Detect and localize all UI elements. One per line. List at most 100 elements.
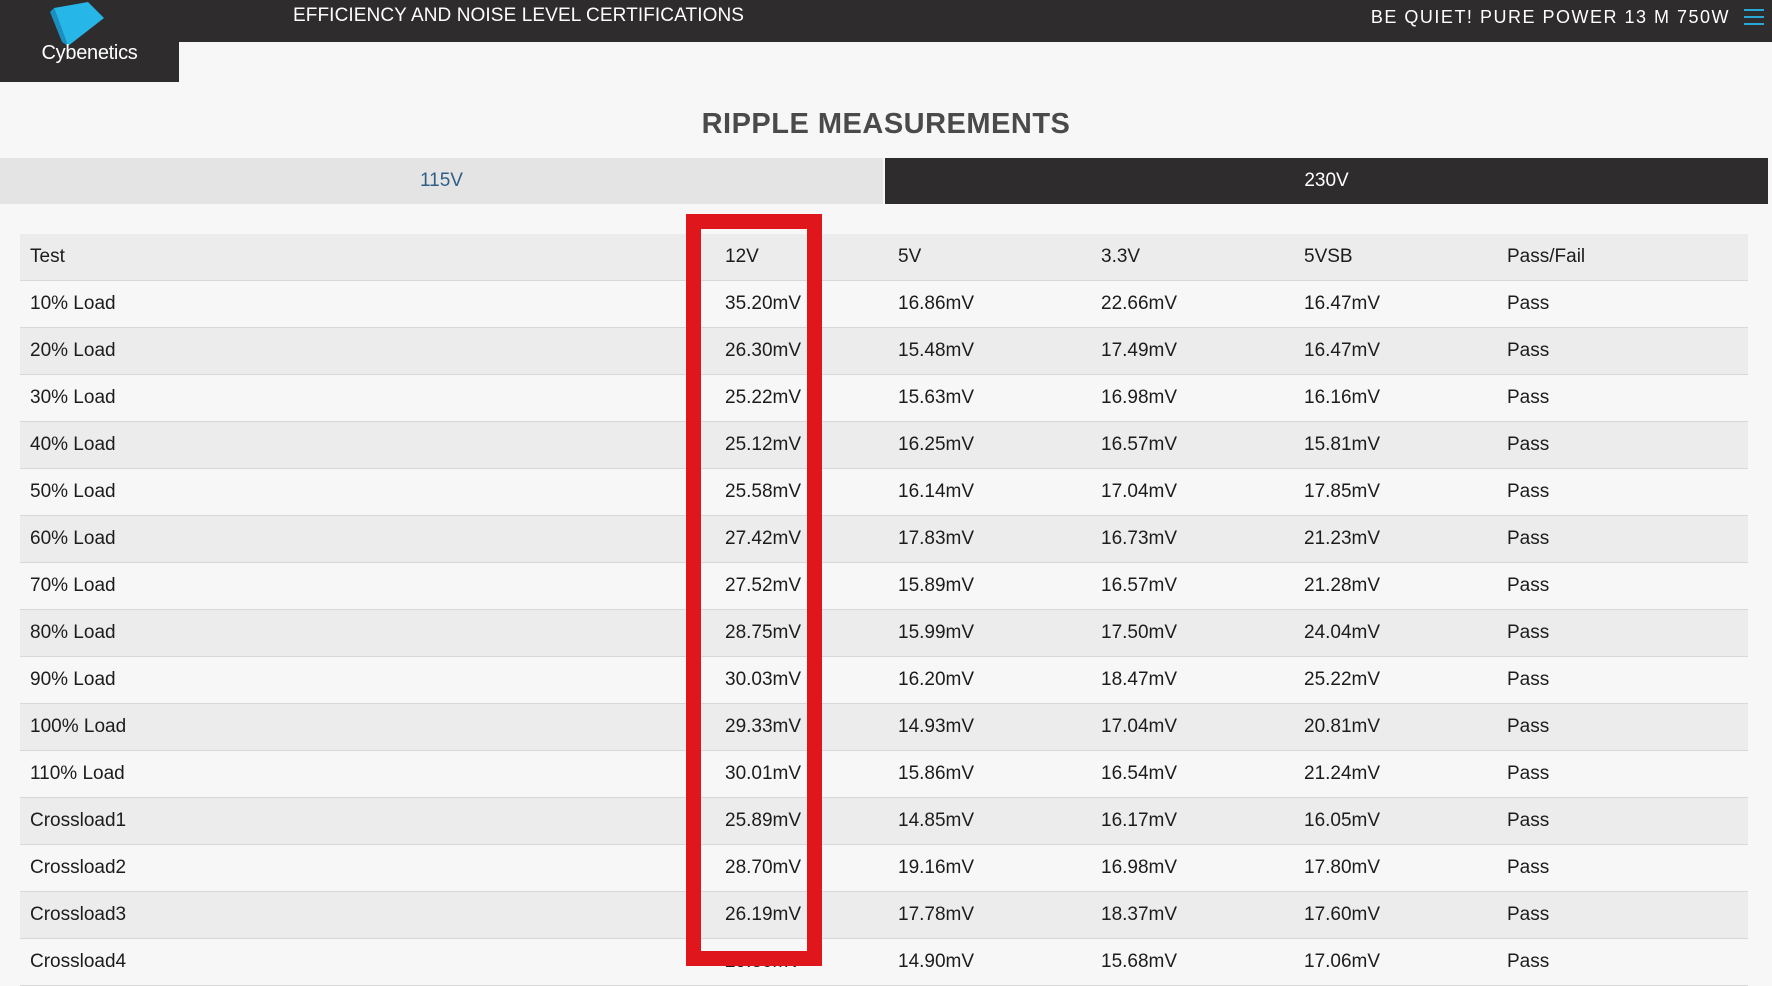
cell-5vsb: 20.81mV bbox=[1294, 703, 1497, 751]
table-header-row: Test 12V 5V 3.3V 5VSB Pass/Fail bbox=[20, 234, 1748, 281]
cell-5v: 17.83mV bbox=[888, 515, 1091, 563]
table-row: 80% Load 28.75mV 15.99mV 17.50mV 24.04mV Pass bbox=[20, 609, 1748, 657]
cell-3-3v: 16.57mV bbox=[1091, 562, 1294, 610]
cell-12v: 25.58mV bbox=[685, 468, 888, 516]
table-row: Crossload3 26.19mV 17.78mV 18.37mV 17.60mV Pa… bbox=[20, 891, 1748, 939]
cell-test: 100% Load bbox=[20, 703, 685, 751]
header-pass-fail: Pass/Fail bbox=[1497, 234, 1748, 281]
cell-5vsb: 16.47mV bbox=[1294, 280, 1497, 328]
table-row: Crossload1 25.89mV 14.85mV 16.17mV 16.05mV Pa… bbox=[20, 797, 1748, 845]
ripple-table: Test 12V 5V 3.3V 5VSB Pass/Fail 10% Load… bbox=[20, 234, 1748, 986]
cell-pass-fail: Pass bbox=[1497, 750, 1748, 798]
table-row: 40% Load 25.12mV 16.25mV 16.57mV 15.81mV Pass bbox=[20, 421, 1748, 469]
cell-test: 110% Load bbox=[20, 750, 685, 798]
cell-3-3v: 17.50mV bbox=[1091, 609, 1294, 657]
cell-5vsb: 21.23mV bbox=[1294, 515, 1497, 563]
cell-test: Crossload2 bbox=[20, 844, 685, 892]
tab-230v[interactable]: 230V bbox=[885, 158, 1768, 204]
logo[interactable]: Cybenetics bbox=[0, 0, 179, 82]
cell-test: Crossload3 bbox=[20, 891, 685, 939]
cell-pass-fail: Pass bbox=[1497, 562, 1748, 610]
cell-5v: 15.48mV bbox=[888, 327, 1091, 375]
cell-5v: 15.63mV bbox=[888, 374, 1091, 422]
cell-3-3v: 18.37mV bbox=[1091, 891, 1294, 939]
table-row: 70% Load 27.52mV 15.89mV 16.57mV 21.28mV Pass bbox=[20, 562, 1748, 610]
cell-5vsb: 17.85mV bbox=[1294, 468, 1497, 516]
cell-pass-fail: Pass bbox=[1497, 797, 1748, 845]
cell-5vsb: 15.81mV bbox=[1294, 421, 1497, 469]
cell-pass-fail: Pass bbox=[1497, 891, 1748, 939]
cell-5v: 15.89mV bbox=[888, 562, 1091, 610]
table-row: 30% Load 25.22mV 15.63mV 16.98mV 16.16mV Pass bbox=[20, 374, 1748, 422]
cell-5v: 14.85mV bbox=[888, 797, 1091, 845]
cell-3-3v: 16.57mV bbox=[1091, 421, 1294, 469]
logo-text: Cybenetics bbox=[41, 42, 138, 64]
cell-12v: 25.12mV bbox=[685, 421, 888, 469]
cell-3-3v: 16.98mV bbox=[1091, 374, 1294, 422]
cell-test: 90% Load bbox=[20, 656, 685, 704]
cell-3-3v: 16.73mV bbox=[1091, 515, 1294, 563]
cell-test: 80% Load bbox=[20, 609, 685, 657]
header-5v: 5V bbox=[888, 234, 1091, 281]
cell-12v: 26.19mV bbox=[685, 891, 888, 939]
header-5vsb: 5VSB bbox=[1294, 234, 1497, 281]
header-test: Test bbox=[20, 234, 685, 281]
cell-pass-fail: Pass bbox=[1497, 609, 1748, 657]
table-row: 60% Load 27.42mV 17.83mV 16.73mV 21.23mV Pass bbox=[20, 515, 1748, 563]
cell-pass-fail: Pass bbox=[1497, 421, 1748, 469]
cell-5v: 16.25mV bbox=[888, 421, 1091, 469]
header-3-3v: 3.3V bbox=[1091, 234, 1294, 281]
cell-test: 50% Load bbox=[20, 468, 685, 516]
table-row: 10% Load 35.20mV 16.86mV 22.66mV 16.47mV Pass bbox=[20, 280, 1748, 328]
cell-5vsb: 17.60mV bbox=[1294, 891, 1497, 939]
cell-test: 30% Load bbox=[20, 374, 685, 422]
cell-5vsb: 16.16mV bbox=[1294, 374, 1497, 422]
cell-5vsb: 24.04mV bbox=[1294, 609, 1497, 657]
cell-pass-fail: Pass bbox=[1497, 374, 1748, 422]
cell-5v: 16.20mV bbox=[888, 656, 1091, 704]
cell-5v: 19.16mV bbox=[888, 844, 1091, 892]
cell-5v: 14.90mV bbox=[888, 938, 1091, 986]
header-12v: 12V bbox=[685, 234, 888, 281]
cell-12v: 25.89mV bbox=[685, 797, 888, 845]
voltage-tabs: 115V 230V bbox=[0, 158, 1768, 204]
table-row: Crossload4 29.30mV 14.90mV 15.68mV 17.06mV Pa… bbox=[20, 938, 1748, 986]
cell-12v: 26.30mV bbox=[685, 327, 888, 375]
cell-3-3v: 17.04mV bbox=[1091, 468, 1294, 516]
tab-115v[interactable]: 115V bbox=[0, 158, 883, 204]
cell-5v: 15.99mV bbox=[888, 609, 1091, 657]
cell-test: 70% Load bbox=[20, 562, 685, 610]
cell-5v: 15.86mV bbox=[888, 750, 1091, 798]
cell-3-3v: 22.66mV bbox=[1091, 280, 1294, 328]
cell-test: 10% Load bbox=[20, 280, 685, 328]
hamburger-menu-icon[interactable] bbox=[1744, 9, 1764, 25]
cell-12v: 30.01mV bbox=[685, 750, 888, 798]
cell-3-3v: 15.68mV bbox=[1091, 938, 1294, 986]
cell-pass-fail: Pass bbox=[1497, 844, 1748, 892]
cell-12v: 27.52mV bbox=[685, 562, 888, 610]
site-title[interactable]: EFFICIENCY AND NOISE LEVEL CERTIFICATION… bbox=[293, 5, 744, 27]
cell-5vsb: 16.05mV bbox=[1294, 797, 1497, 845]
cell-12v: 28.70mV bbox=[685, 844, 888, 892]
table-row: 90% Load 30.03mV 16.20mV 18.47mV 25.22mV Pass bbox=[20, 656, 1748, 704]
cell-test: Crossload1 bbox=[20, 797, 685, 845]
cell-test: Crossload4 bbox=[20, 938, 685, 986]
cell-pass-fail: Pass bbox=[1497, 656, 1748, 704]
cell-pass-fail: Pass bbox=[1497, 468, 1748, 516]
top-bar: EFFICIENCY AND NOISE LEVEL CERTIFICATION… bbox=[0, 0, 1772, 42]
table-body: 10% Load 35.20mV 16.86mV 22.66mV 16.47mV Pass… bbox=[20, 280, 1748, 986]
cell-12v: 30.03mV bbox=[685, 656, 888, 704]
cell-pass-fail: Pass bbox=[1497, 703, 1748, 751]
cell-3-3v: 16.17mV bbox=[1091, 797, 1294, 845]
cell-pass-fail: Pass bbox=[1497, 938, 1748, 986]
table-row: 100% Load 29.33mV 14.93mV 17.04mV 20.81mV Pas… bbox=[20, 703, 1748, 751]
cell-5vsb: 21.24mV bbox=[1294, 750, 1497, 798]
cell-test: 60% Load bbox=[20, 515, 685, 563]
cell-12v: 25.22mV bbox=[685, 374, 888, 422]
cell-5v: 16.86mV bbox=[888, 280, 1091, 328]
table-row: Crossload2 28.70mV 19.16mV 16.98mV 17.80mV Pa… bbox=[20, 844, 1748, 892]
cell-pass-fail: Pass bbox=[1497, 515, 1748, 563]
table-row: 50% Load 25.58mV 16.14mV 17.04mV 17.85mV Pass bbox=[20, 468, 1748, 516]
cell-test: 20% Load bbox=[20, 327, 685, 375]
cell-12v: 29.33mV bbox=[685, 703, 888, 751]
